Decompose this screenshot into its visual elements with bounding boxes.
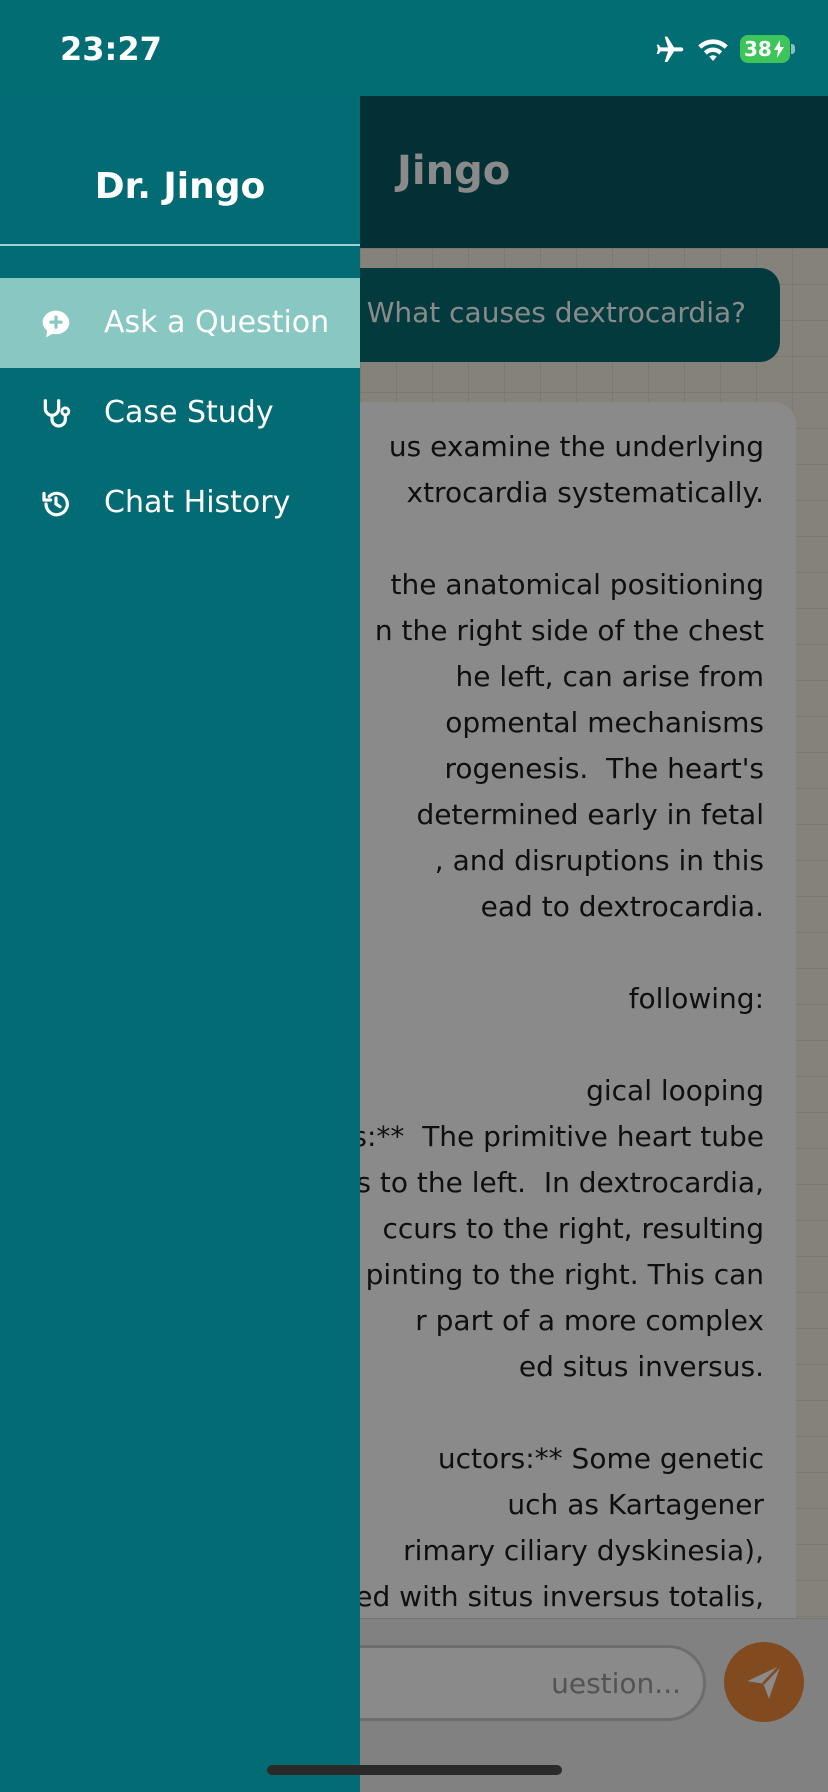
- drawer-divider: [0, 244, 360, 246]
- drawer-item-ask-a-question[interactable]: Ask a Question: [0, 278, 360, 368]
- navigation-drawer: Dr. Jingo Ask a Question Case Study Chat…: [0, 96, 360, 1792]
- battery-level: 38: [744, 37, 772, 61]
- home-indicator: [267, 1765, 562, 1775]
- status-bar: 23:27 38: [0, 0, 828, 96]
- wifi-icon: [698, 39, 728, 62]
- status-time: 23:27: [60, 30, 162, 68]
- drawer-item-label: Ask a Question: [104, 305, 330, 340]
- drawer-item-label: Chat History: [104, 485, 291, 520]
- chat-plus-icon: [42, 310, 70, 338]
- battery-cap: [791, 44, 795, 54]
- battery-charging-icon: 38: [740, 35, 790, 63]
- stethoscope-icon: [43, 399, 71, 428]
- bolt-icon: [774, 40, 784, 58]
- drawer-item-chat-history[interactable]: Chat History: [0, 458, 360, 548]
- drawer-item-case-study[interactable]: Case Study: [0, 368, 360, 458]
- drawer-item-label: Case Study: [104, 395, 274, 430]
- airplane-icon: [656, 36, 684, 62]
- drawer-title: Dr. Jingo: [94, 166, 266, 207]
- history-icon: [42, 491, 69, 517]
- screen: Jingo What causes dextrocardia? us exami…: [0, 0, 828, 1792]
